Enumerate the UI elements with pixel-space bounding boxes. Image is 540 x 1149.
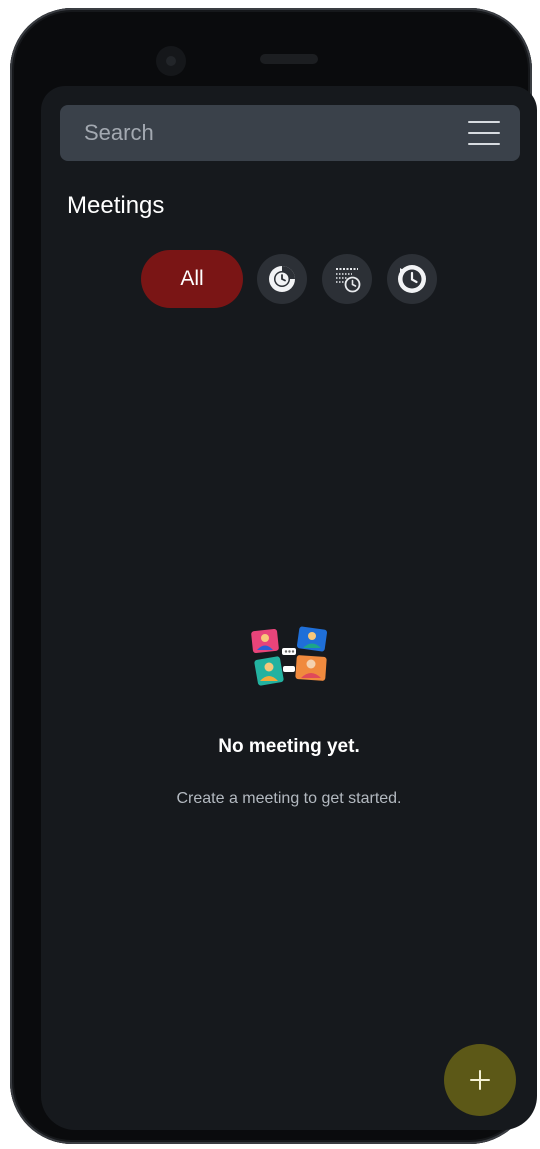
filter-history-button[interactable] <box>387 254 437 304</box>
pie-clock-icon <box>269 266 295 292</box>
filter-all-button[interactable]: All <box>141 250 243 308</box>
filter-upcoming-button[interactable] <box>322 254 372 304</box>
earpiece-speaker <box>260 54 318 64</box>
app-screen: Search Meetings All No meeting yet. Crea… <box>41 86 537 1130</box>
hamburger-menu-icon[interactable] <box>468 121 500 145</box>
history-icon <box>398 265 426 293</box>
empty-state-subtitle: Create a meeting to get started. <box>176 790 402 807</box>
plus-icon <box>470 1070 490 1090</box>
add-meeting-button[interactable] <box>444 1044 516 1116</box>
search-bar[interactable]: Search <box>60 105 520 161</box>
meeting-filter-chips: All <box>141 250 452 308</box>
phone-frame: Search Meetings All No meeting yet. Crea… <box>10 8 537 1144</box>
empty-state-title: No meeting yet. <box>218 736 360 757</box>
meeting-participants-icon <box>251 626 328 686</box>
filter-ongoing-button[interactable] <box>257 254 307 304</box>
calendar-clock-icon <box>336 268 361 293</box>
search-input[interactable]: Search <box>84 120 468 146</box>
front-camera <box>156 46 186 76</box>
page-title: Meetings <box>67 192 165 219</box>
